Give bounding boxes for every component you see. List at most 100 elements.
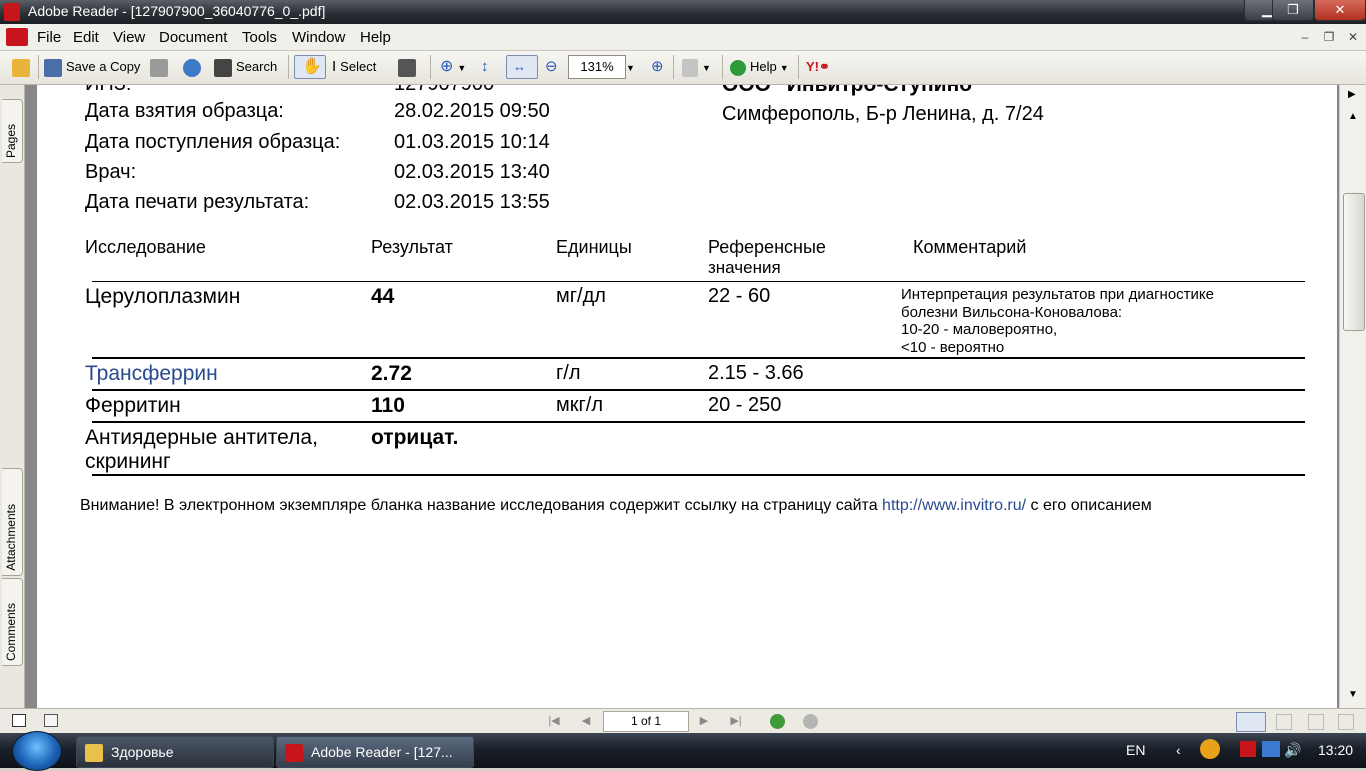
header-reference-line2: значения xyxy=(708,258,781,277)
pdf-page: ИНЗ: 127907900 ООО "Инвитро-Ступино" Сим… xyxy=(37,85,1337,708)
taskbar-item-adobe-reader[interactable]: Adobe Reader - [127... xyxy=(276,736,474,768)
table-divider xyxy=(92,281,1305,282)
info-label: Дата печати результата: xyxy=(85,191,310,213)
test-result: 44 xyxy=(371,285,395,308)
last-page-icon[interactable]: ▶| xyxy=(728,714,744,728)
info-value: 01.03.2015 10:14 xyxy=(394,131,550,153)
header-units: Единицы xyxy=(556,237,632,257)
maximize-button[interactable]: ❐ xyxy=(1272,0,1314,21)
taskbar-item-label: Здоровье xyxy=(111,744,174,760)
test-units: мкг/л xyxy=(556,394,604,416)
open-icon[interactable] xyxy=(12,56,34,78)
document-icon[interactable] xyxy=(6,28,28,46)
tray-expand-icon[interactable]: ‹ xyxy=(1176,742,1181,758)
toolbar: Save a Copy Search ✋ I Select ⊕ ▼ ↕ ↔ ⊖ ⊕ … xyxy=(0,51,1366,85)
navigation-panel: Pages Attachments Comments xyxy=(0,85,25,708)
select-tool-button[interactable]: I Select xyxy=(332,56,376,78)
test-name: Антиядерные антитела, xyxy=(85,426,318,449)
continuous-facing-icon[interactable] xyxy=(1338,714,1354,730)
menu-view[interactable]: View xyxy=(113,29,145,46)
zoom-in-tool-icon[interactable]: ⊕ ▼ xyxy=(440,56,466,78)
scroll-down-arrow-icon[interactable]: ▼ xyxy=(1348,689,1358,700)
save-copy-button[interactable]: Save a Copy xyxy=(44,56,140,78)
test-comment-line: <10 - вероятно xyxy=(901,339,1005,356)
zoom-out-icon[interactable]: ⊖ xyxy=(545,56,558,78)
zoom-dropdown-icon[interactable]: ▼ xyxy=(626,56,635,78)
table-divider xyxy=(92,421,1305,423)
save-copy-label: Save a Copy xyxy=(66,59,141,74)
test-name-link[interactable]: Трансферрин xyxy=(85,362,218,386)
yahoo-toolbar-icon[interactable]: Y!⚭ xyxy=(806,56,830,78)
next-page-icon[interactable]: ▶ xyxy=(696,714,712,728)
info-value: 28.02.2015 09:50 xyxy=(394,100,550,122)
document-viewport[interactable]: ИНЗ: 127907900 ООО "Инвитро-Ступино" Сим… xyxy=(25,85,1339,708)
zoom-in-icon[interactable]: ⊕ xyxy=(651,56,664,78)
language-indicator[interactable]: EN xyxy=(1126,742,1145,758)
menu-window[interactable]: Window xyxy=(292,29,345,46)
go-forward-icon[interactable] xyxy=(803,714,818,729)
scroll-right-arrow-icon[interactable]: ▶ xyxy=(1348,89,1356,100)
status-bar: |◀ ◀ 1 of 1 ▶ ▶| xyxy=(0,708,1366,734)
tab-attachments[interactable]: Attachments xyxy=(2,468,23,576)
taskbar-item-folder[interactable]: Здоровье xyxy=(76,736,274,768)
panel-toggle-icon[interactable] xyxy=(12,714,26,727)
search-button[interactable]: Search xyxy=(214,56,277,78)
toolbar-separator xyxy=(430,55,431,79)
tray-security-icon[interactable] xyxy=(1240,741,1256,757)
menu-help[interactable]: Help xyxy=(360,29,391,46)
single-page-icon[interactable] xyxy=(1236,712,1266,732)
email-icon[interactable] xyxy=(183,56,205,78)
print-icon[interactable] xyxy=(150,56,172,78)
snapshot-icon[interactable] xyxy=(398,56,420,78)
test-result: отрицат. xyxy=(371,426,459,449)
tab-comments[interactable]: Comments xyxy=(2,578,23,666)
select-label: Select xyxy=(340,59,377,74)
fit-page-icon[interactable]: ↕ xyxy=(481,56,489,78)
fit-width-icon[interactable]: ↔ xyxy=(506,55,538,79)
tab-comments-label: Comments xyxy=(4,602,18,661)
header-test: Исследование xyxy=(85,237,206,257)
menu-document[interactable]: Document xyxy=(159,29,227,46)
notice: Внимание! В электронном экземпляре бланк… xyxy=(80,497,1152,515)
scroll-up-arrow-icon[interactable]: ▲ xyxy=(1348,111,1358,122)
vertical-scrollbar[interactable]: ▶ ▲ ▼ xyxy=(1339,85,1366,708)
scroll-thumb[interactable] xyxy=(1343,193,1365,331)
tab-pages[interactable]: Pages xyxy=(2,99,23,163)
test-comment-line: болезни Вильсона-Коновалова: xyxy=(901,304,1123,321)
info-value: 02.03.2015 13:55 xyxy=(394,191,550,213)
menu-tools[interactable]: Tools xyxy=(242,29,277,46)
table-divider xyxy=(92,389,1305,391)
start-button[interactable] xyxy=(12,731,62,771)
volume-icon[interactable]: 🔊 xyxy=(1284,742,1301,759)
toolbar-separator xyxy=(722,55,723,79)
menu-file[interactable]: File xyxy=(37,29,61,46)
continuous-icon[interactable] xyxy=(1276,714,1292,730)
page-number-field[interactable]: 1 of 1 xyxy=(603,711,689,732)
doc-restore-icon[interactable]: ❐ xyxy=(1320,28,1338,46)
previous-page-icon[interactable]: ◀ xyxy=(578,714,594,728)
windows-taskbar: Здоровье Adobe Reader - [127... EN ‹ 🔊 1… xyxy=(0,731,1366,771)
tab-attachments-label: Attachments xyxy=(4,504,18,571)
close-button[interactable]: ✕ xyxy=(1314,0,1366,21)
binoculars-icon xyxy=(214,58,232,77)
menu-bar: File Edit View Document Tools Window Hel… xyxy=(0,24,1366,51)
clock[interactable]: 13:20 xyxy=(1318,742,1353,758)
zoom-input[interactable]: 131% xyxy=(568,55,626,79)
first-page-icon[interactable]: |◀ xyxy=(546,714,562,728)
help-label: Help xyxy=(750,59,777,74)
doc-minimize-icon[interactable]: – xyxy=(1296,28,1314,46)
network-icon[interactable] xyxy=(1262,741,1280,757)
toolbar-separator xyxy=(798,55,799,79)
hand-tool-icon[interactable]: ✋ xyxy=(294,55,326,79)
invitro-link[interactable]: http://www.invitro.ru/ xyxy=(882,497,1026,514)
go-back-icon[interactable] xyxy=(770,714,785,729)
lab-name-partial: ООО "Инвитро-Ступино" xyxy=(722,85,982,97)
info-label: Дата взятия образца: xyxy=(85,100,284,122)
help-button[interactable]: Help ▼ xyxy=(730,56,789,78)
page-layout-icon[interactable]: ▼ xyxy=(682,56,711,78)
options-icon[interactable] xyxy=(44,714,58,727)
menu-edit[interactable]: Edit xyxy=(73,29,99,46)
facing-icon[interactable] xyxy=(1308,714,1324,730)
tray-app-icon[interactable] xyxy=(1200,739,1220,759)
doc-close-icon[interactable]: ✕ xyxy=(1344,28,1362,46)
